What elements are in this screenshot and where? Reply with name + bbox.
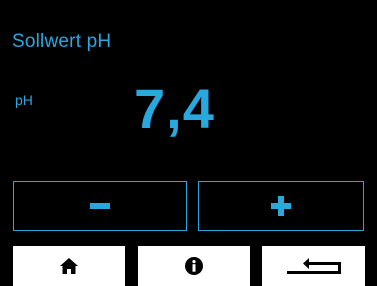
minus-icon: [90, 203, 110, 209]
home-button[interactable]: [13, 246, 125, 286]
increase-button[interactable]: [198, 181, 364, 231]
info-button[interactable]: [138, 246, 250, 286]
unit-label: pH: [15, 92, 33, 108]
plus-icon: [271, 196, 291, 216]
screen-title: Sollwert pH: [12, 31, 112, 52]
return-arrow-icon: [286, 258, 341, 274]
home-icon: [60, 258, 78, 274]
info-icon: [185, 257, 203, 275]
setpoint-value: 7,4: [134, 77, 215, 140]
setpoint-screen: Sollwert pH pH 7,4: [0, 0, 377, 286]
decrease-button[interactable]: [13, 181, 187, 231]
back-button[interactable]: [262, 246, 365, 286]
